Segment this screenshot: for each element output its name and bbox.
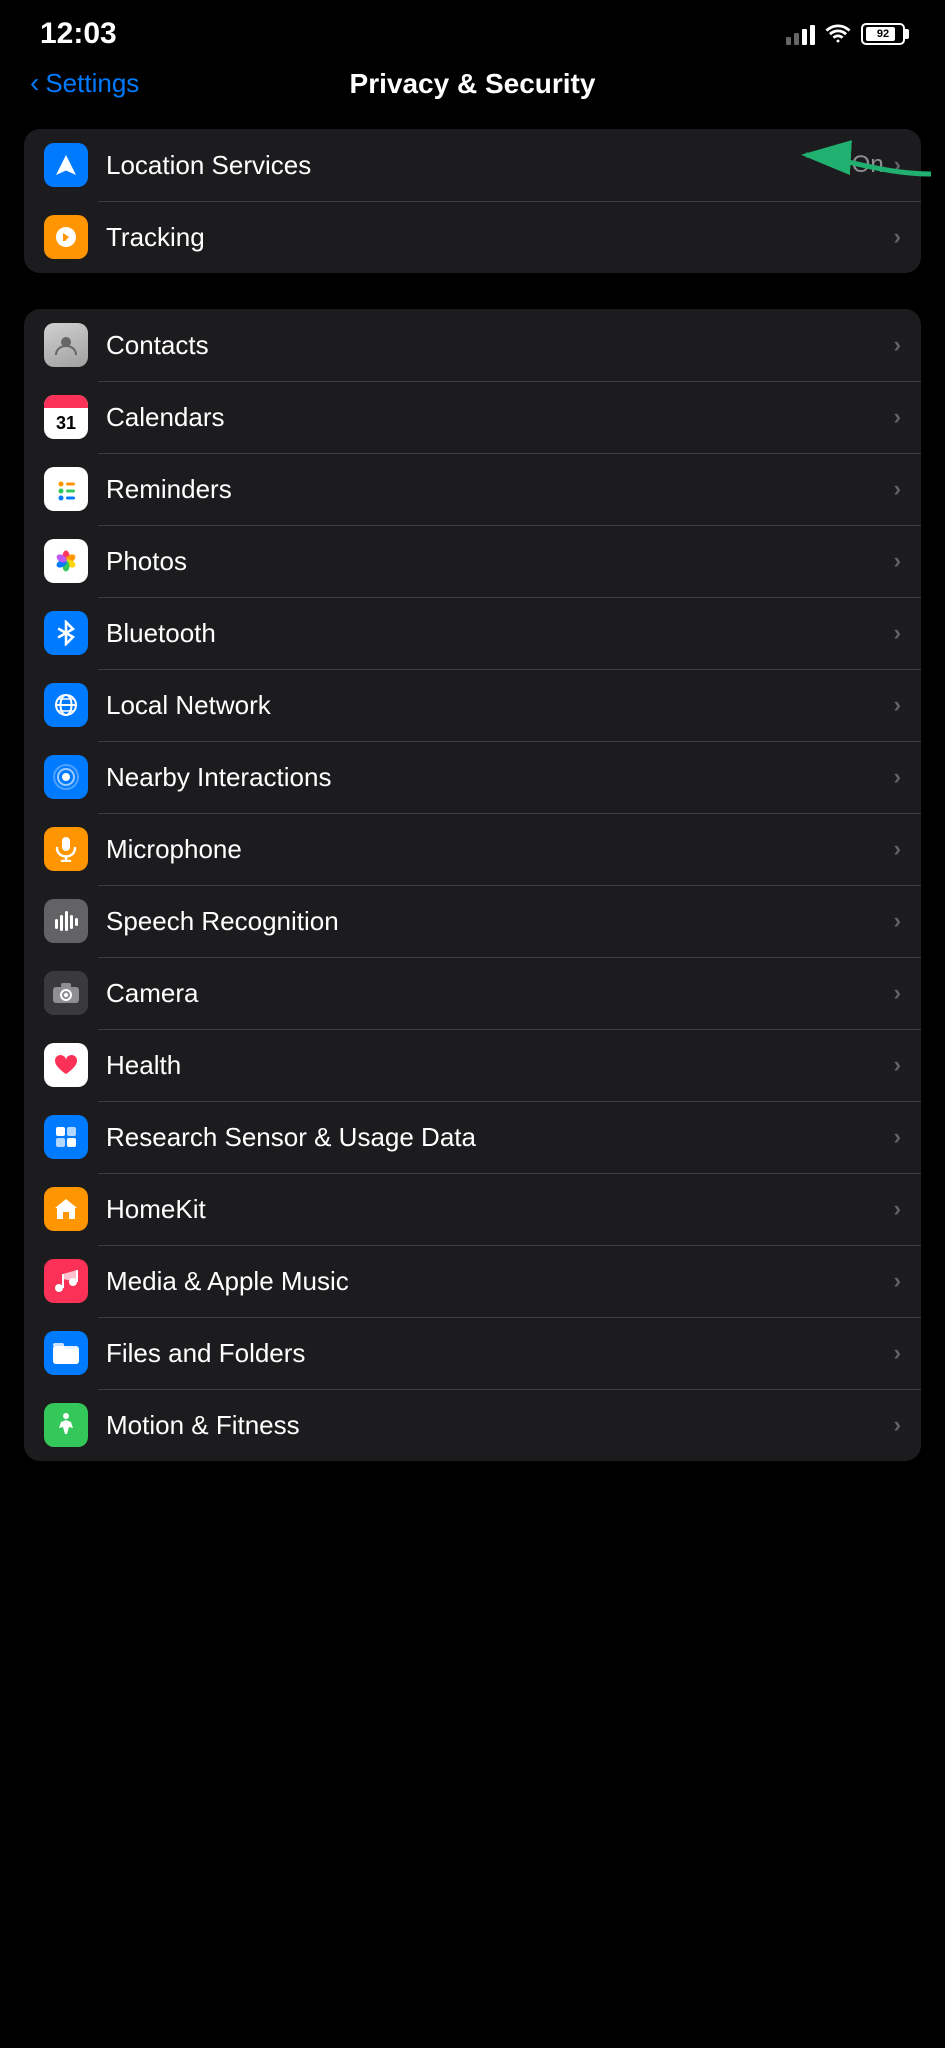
bluetooth-label: Bluetooth xyxy=(106,618,894,649)
location-arrow-icon xyxy=(54,153,78,177)
contacts-row[interactable]: Contacts › xyxy=(24,309,921,381)
nearby-interactions-label: Nearby Interactions xyxy=(106,762,894,793)
camera-icon xyxy=(44,971,88,1015)
photos-label: Photos xyxy=(106,546,894,577)
microphone-chevron: › xyxy=(894,836,901,862)
microphone-label: Microphone xyxy=(106,834,894,865)
signal-icon xyxy=(786,23,815,45)
reminders-row[interactable]: Reminders › xyxy=(24,453,921,525)
motion-fitness-icon xyxy=(44,1403,88,1447)
microphone-row[interactable]: Microphone › xyxy=(24,813,921,885)
back-chevron-icon: ‹ xyxy=(30,69,39,97)
location-services-icon xyxy=(44,143,88,187)
local-network-chevron: › xyxy=(894,692,901,718)
location-services-label: Location Services xyxy=(106,150,852,181)
media-apple-music-chevron: › xyxy=(894,1268,901,1294)
nearby-interactions-row[interactable]: Nearby Interactions › xyxy=(24,741,921,813)
homekit-chevron: › xyxy=(894,1196,901,1222)
photos-icon xyxy=(44,539,88,583)
tracking-icon xyxy=(44,215,88,259)
health-icon xyxy=(44,1043,88,1087)
media-apple-music-icon xyxy=(44,1259,88,1303)
status-icons: 92 xyxy=(786,23,905,45)
main-section: Contacts › 31 Calendars › xyxy=(24,309,921,1461)
research-chevron: › xyxy=(894,1124,901,1150)
contacts-label: Contacts xyxy=(106,330,894,361)
research-icon xyxy=(44,1115,88,1159)
reminders-chevron: › xyxy=(894,476,901,502)
nearby-interactions-chevron: › xyxy=(894,764,901,790)
nav-bar: ‹ Settings Privacy & Security xyxy=(0,60,945,119)
location-services-chevron: › xyxy=(894,152,901,178)
bluetooth-chevron: › xyxy=(894,620,901,646)
contacts-icon xyxy=(44,323,88,367)
speech-recognition-row[interactable]: Speech Recognition › xyxy=(24,885,921,957)
homekit-icon xyxy=(44,1187,88,1231)
health-row[interactable]: Health › xyxy=(24,1029,921,1101)
calendars-label: Calendars xyxy=(106,402,894,433)
location-services-row[interactable]: Location Services On › xyxy=(24,129,921,201)
local-network-row[interactable]: Local Network › xyxy=(24,669,921,741)
tracking-chevron: › xyxy=(894,224,901,250)
calendars-icon: 31 xyxy=(44,395,88,439)
media-apple-music-label: Media & Apple Music xyxy=(106,1266,894,1297)
motion-fitness-chevron: › xyxy=(894,1412,901,1438)
battery-icon: 92 xyxy=(861,23,905,45)
contacts-chevron: › xyxy=(894,332,901,358)
health-chevron: › xyxy=(894,1052,901,1078)
location-services-value: On xyxy=(852,151,884,179)
media-apple-music-row[interactable]: Media & Apple Music › xyxy=(24,1245,921,1317)
homekit-row[interactable]: HomeKit › xyxy=(24,1173,921,1245)
status-bar: 12:03 92 xyxy=(0,0,945,60)
camera-label: Camera xyxy=(106,978,894,1009)
tracking-arrow-icon xyxy=(54,225,78,249)
files-and-folders-row[interactable]: Files and Folders › xyxy=(24,1317,921,1389)
files-and-folders-chevron: › xyxy=(894,1340,901,1366)
microphone-icon xyxy=(44,827,88,871)
motion-fitness-label: Motion & Fitness xyxy=(106,1410,894,1441)
status-time: 12:03 xyxy=(40,17,117,51)
speech-recognition-label: Speech Recognition xyxy=(106,906,894,937)
nearby-interactions-icon xyxy=(44,755,88,799)
calendars-row[interactable]: 31 Calendars › xyxy=(24,381,921,453)
top-section-wrapper: Location Services On › Tracking › xyxy=(24,129,921,273)
local-network-label: Local Network xyxy=(106,690,894,721)
speech-recognition-chevron: › xyxy=(894,908,901,934)
top-section: Location Services On › Tracking › xyxy=(24,129,921,273)
wifi-icon xyxy=(825,24,851,44)
back-button[interactable]: ‹ Settings xyxy=(30,68,139,99)
reminders-icon xyxy=(44,467,88,511)
content: Location Services On › Tracking › xyxy=(0,119,945,1527)
files-and-folders-icon xyxy=(44,1331,88,1375)
health-label: Health xyxy=(106,1050,894,1081)
photos-chevron: › xyxy=(894,548,901,574)
camera-row[interactable]: Camera › xyxy=(24,957,921,1029)
research-row[interactable]: Research Sensor & Usage Data › xyxy=(24,1101,921,1173)
bluetooth-icon xyxy=(44,611,88,655)
speech-recognition-icon xyxy=(44,899,88,943)
photos-row[interactable]: Photos › xyxy=(24,525,921,597)
bluetooth-row[interactable]: Bluetooth › xyxy=(24,597,921,669)
motion-fitness-row[interactable]: Motion & Fitness › xyxy=(24,1389,921,1461)
files-and-folders-label: Files and Folders xyxy=(106,1338,894,1369)
homekit-label: HomeKit xyxy=(106,1194,894,1225)
page-title: Privacy & Security xyxy=(350,68,596,100)
tracking-label: Tracking xyxy=(106,222,894,253)
local-network-icon xyxy=(44,683,88,727)
back-label: Settings xyxy=(45,68,139,99)
camera-chevron: › xyxy=(894,980,901,1006)
research-label: Research Sensor & Usage Data xyxy=(106,1122,894,1153)
calendars-chevron: › xyxy=(894,404,901,430)
reminders-label: Reminders xyxy=(106,474,894,505)
tracking-row[interactable]: Tracking › xyxy=(24,201,921,273)
